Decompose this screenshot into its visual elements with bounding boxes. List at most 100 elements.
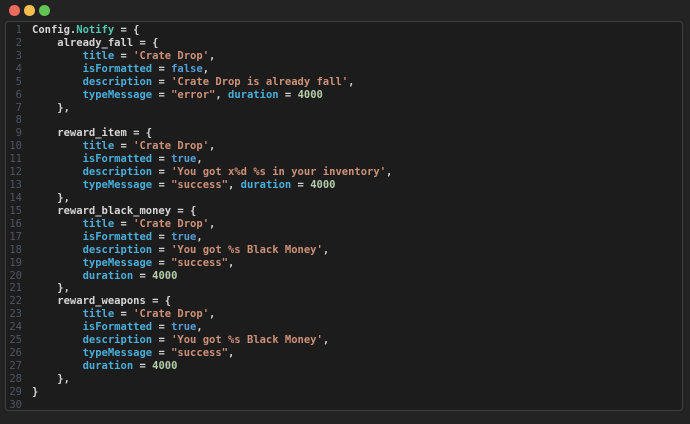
- token-plain: ,: [228, 347, 235, 360]
- token-prop: typeMessage: [82, 179, 153, 192]
- token-plain: =: [278, 88, 298, 101]
- line-number: 10: [9, 140, 22, 153]
- token-plain: already_fall = {: [32, 36, 159, 49]
- code-line: 18 description = 'You got %s Black Money…: [6, 244, 682, 257]
- line-number: 25: [9, 334, 22, 347]
- token-number: 4000: [152, 269, 178, 282]
- code-text: },: [22, 282, 70, 295]
- code-line: 12 description = 'You got x%d %s in your…: [6, 166, 682, 179]
- line-number: 23: [9, 308, 22, 321]
- code-lines: 1 Config.Notify = {2 already_fall = {3 ti…: [6, 24, 682, 410]
- code-text: description = 'Crate Drop is already fal…: [22, 75, 355, 89]
- line-number: 16: [9, 217, 22, 230]
- code-line: 22 reward_weapons = {: [6, 295, 682, 308]
- code-text: typeMessage = "error", duration = 4000: [22, 89, 323, 102]
- token-plain: =: [152, 62, 172, 75]
- line-number: 6: [15, 88, 22, 101]
- line-number: 19: [9, 256, 22, 269]
- code-line: 13 typeMessage = "success", duration = 4…: [6, 179, 682, 192]
- token-plain: =: [152, 347, 172, 360]
- minimize-button[interactable]: [24, 5, 35, 16]
- code-line: 29}: [6, 386, 682, 399]
- token-string: 'You got x%d %s in your inventory': [171, 166, 387, 179]
- token-string: "success": [171, 179, 228, 192]
- code-line: 24 isFormatted = true,: [6, 321, 682, 334]
- code-text: description = 'You got x%d %s in your in…: [22, 166, 393, 179]
- token-plain: =: [152, 88, 172, 101]
- code-text: title = 'Crate Drop',: [22, 140, 216, 153]
- code-line: 16 title = 'Crate Drop',: [6, 218, 682, 231]
- code-editor[interactable]: 1 Config.Notify = {2 already_fall = {3 ti…: [5, 21, 683, 411]
- code-text: },: [22, 192, 70, 205]
- line-number: 5: [15, 75, 22, 88]
- line-number: 3: [15, 49, 22, 62]
- line-number: 24: [9, 321, 22, 334]
- token-plain: },: [32, 282, 70, 295]
- code-text: description = 'You got %s Black Money',: [22, 244, 330, 257]
- token-prop: description: [82, 166, 153, 179]
- code-line: 28 },: [6, 373, 682, 386]
- token-plain: }: [32, 385, 39, 398]
- token-prop: isFormatted: [82, 230, 153, 243]
- token-plain: ,: [228, 256, 235, 269]
- token-plain: ,: [196, 153, 203, 166]
- code-line: 30: [6, 399, 682, 410]
- token-plain: ,: [196, 230, 203, 243]
- line-number: 9: [15, 127, 22, 140]
- token-string: 'Crate Drop': [133, 308, 210, 321]
- code-line: 2 already_fall = {: [6, 37, 682, 50]
- code-line: 9 reward_item = {: [6, 127, 682, 140]
- line-number: 18: [9, 243, 22, 256]
- code-line: 21 },: [6, 282, 682, 295]
- token-prop: isFormatted: [82, 153, 153, 166]
- code-text: already_fall = {: [22, 37, 158, 50]
- code-line: 23 title = 'Crate Drop',: [6, 308, 682, 321]
- code-text: isFormatted = true,: [22, 321, 203, 334]
- token-plain: ,: [348, 75, 355, 88]
- token-prop: description: [82, 334, 153, 347]
- code-text: title = 'Crate Drop',: [22, 49, 216, 63]
- token-string: "success": [171, 256, 228, 269]
- token-plain: =: [114, 49, 134, 62]
- token-prop: description: [82, 75, 153, 88]
- close-button[interactable]: [9, 5, 20, 16]
- line-number: 15: [9, 204, 22, 217]
- code-text: duration = 4000: [22, 269, 178, 283]
- token-plain: ,: [215, 88, 229, 101]
- token-string: 'Crate Drop': [133, 140, 210, 153]
- maximize-button[interactable]: [39, 5, 50, 16]
- token-prop: duration: [240, 179, 292, 192]
- code-text: reward_weapons = {: [22, 295, 171, 308]
- token-plain: },: [32, 101, 70, 114]
- code-text: reward_black_money = {: [22, 205, 196, 218]
- code-line: 8: [6, 114, 682, 127]
- line-number: 2: [15, 36, 22, 49]
- token-plain: =: [152, 334, 172, 347]
- token-type: Notify: [76, 24, 115, 36]
- token-plain: ,: [202, 62, 210, 75]
- token-plain: ,: [209, 308, 216, 321]
- token-string: 'Crate Drop': [133, 217, 210, 230]
- code-text: duration = 4000: [22, 360, 178, 373]
- line-number: 27: [9, 359, 22, 372]
- code-text: }: [22, 386, 38, 399]
- token-plain: ,: [386, 166, 393, 179]
- token-plain: = {: [114, 24, 140, 36]
- code-text: title = 'Crate Drop',: [22, 217, 216, 231]
- token-plain: =: [152, 153, 172, 166]
- line-number: 7: [15, 101, 22, 114]
